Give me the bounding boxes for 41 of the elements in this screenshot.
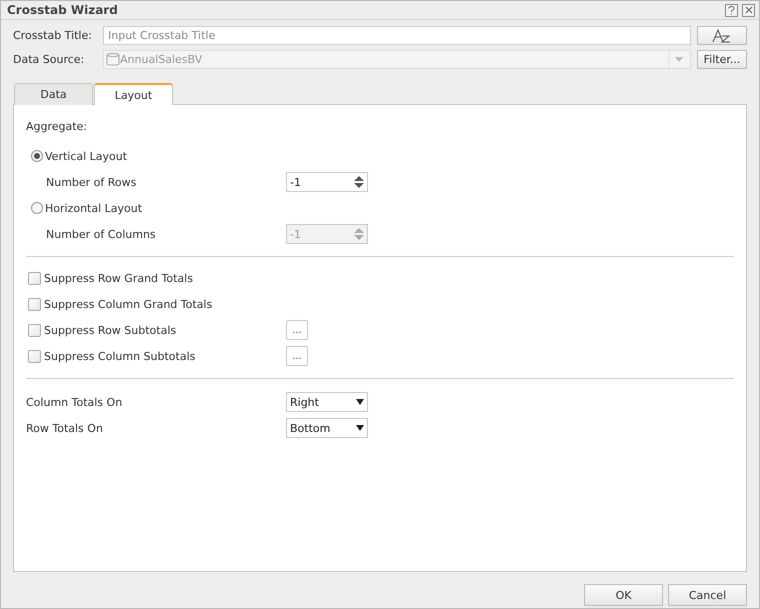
filter-button[interactable]: Filter...: [697, 50, 747, 69]
window-title: Crosstab Wizard: [7, 3, 119, 17]
field-label: Row Totals On: [26, 422, 104, 434]
checkbox[interactable]: [28, 350, 41, 362]
help-icon: [728, 6, 735, 14]
caret-icon: [356, 399, 364, 405]
title-input-field[interactable]: Input Crosstab Title: [103, 26, 691, 45]
number-spinner[interactable]: -1: [286, 172, 368, 192]
radio-label: Vertical Layout: [45, 150, 128, 162]
checkbox[interactable]: [28, 272, 41, 284]
field-label: Crosstab Title:: [13, 29, 93, 42]
radio-button[interactable]: [31, 202, 43, 214]
position-dropdown[interactable]: Right: [286, 392, 368, 412]
caret-icon: [356, 425, 364, 431]
checkbox-label: Suppress Column Subtotals: [44, 350, 196, 362]
dialog-button[interactable]: OK: [584, 584, 663, 606]
tab[interactable]: Data: [14, 83, 93, 105]
checkbox[interactable]: [28, 324, 41, 336]
database-icon: [106, 52, 120, 67]
tab[interactable]: Layout: [94, 83, 173, 105]
checkbox-label: Suppress Column Grand Totals: [44, 298, 214, 310]
section-label: Aggregate:: [26, 120, 88, 132]
close-icon: [744, 6, 752, 14]
more-options-button[interactable]: ...: [286, 320, 308, 340]
format-button[interactable]: [697, 26, 747, 45]
field-label: Data Source:: [13, 53, 86, 66]
radio-button[interactable]: [31, 150, 43, 162]
field-label: Number of Columns: [46, 228, 157, 240]
spinner-arrows-icon[interactable]: [354, 175, 364, 189]
text-format-icon: [712, 28, 732, 42]
field-label: Number of Rows: [46, 176, 138, 188]
dialog-button[interactable]: Cancel: [668, 584, 747, 606]
position-dropdown[interactable]: Bottom: [286, 418, 368, 438]
checkbox-label: Suppress Row Subtotals: [44, 324, 178, 336]
radio-label: Horizontal Layout: [45, 202, 142, 214]
checkbox-label: Suppress Row Grand Totals: [44, 272, 194, 284]
close-button[interactable]: [742, 4, 755, 16]
help-button[interactable]: [725, 4, 738, 16]
field-label: Column Totals On: [26, 396, 124, 408]
checkbox[interactable]: [28, 298, 41, 310]
more-options-button[interactable]: ...: [286, 346, 308, 366]
